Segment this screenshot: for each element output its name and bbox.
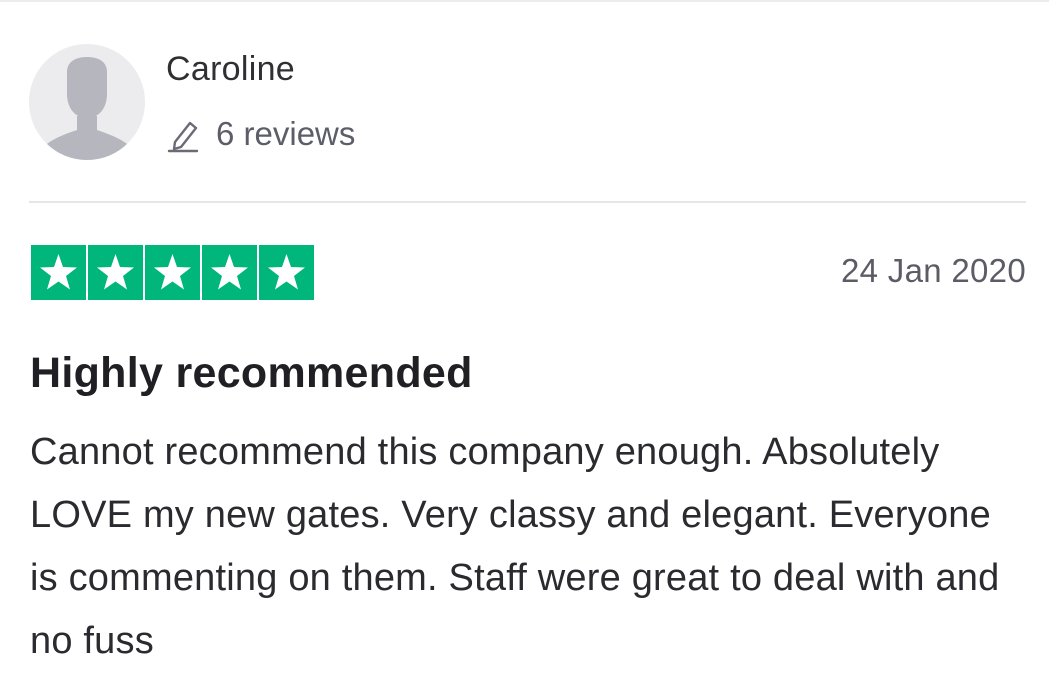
rating-star [145,245,200,300]
section-divider [29,201,1026,203]
reviewer-header: Caroline 6 reviews [29,44,1019,164]
star-icon [268,254,305,290]
review-count-label: 6 reviews [216,115,356,152]
avatar[interactable] [29,44,145,160]
pencil-icon [167,121,199,153]
star-icon [154,254,191,290]
review-date: 24 Jan 2020 [841,252,1026,289]
top-divider [0,0,1049,2]
review-count: 6 reviews [166,114,355,154]
rating-star [202,245,257,300]
rating-star [88,245,143,300]
review-body: Cannot recommend this company enough. Ab… [30,431,1000,662]
user-silhouette-icon [35,57,139,160]
star-rating [31,245,314,300]
star-icon [211,254,248,290]
star-icon [40,254,77,290]
star-icon [97,254,134,290]
review-title[interactable]: Highly recommended [30,349,473,398]
rating-star [31,245,86,300]
rating-star [259,245,314,300]
reviewer-name[interactable]: Caroline [166,50,295,89]
